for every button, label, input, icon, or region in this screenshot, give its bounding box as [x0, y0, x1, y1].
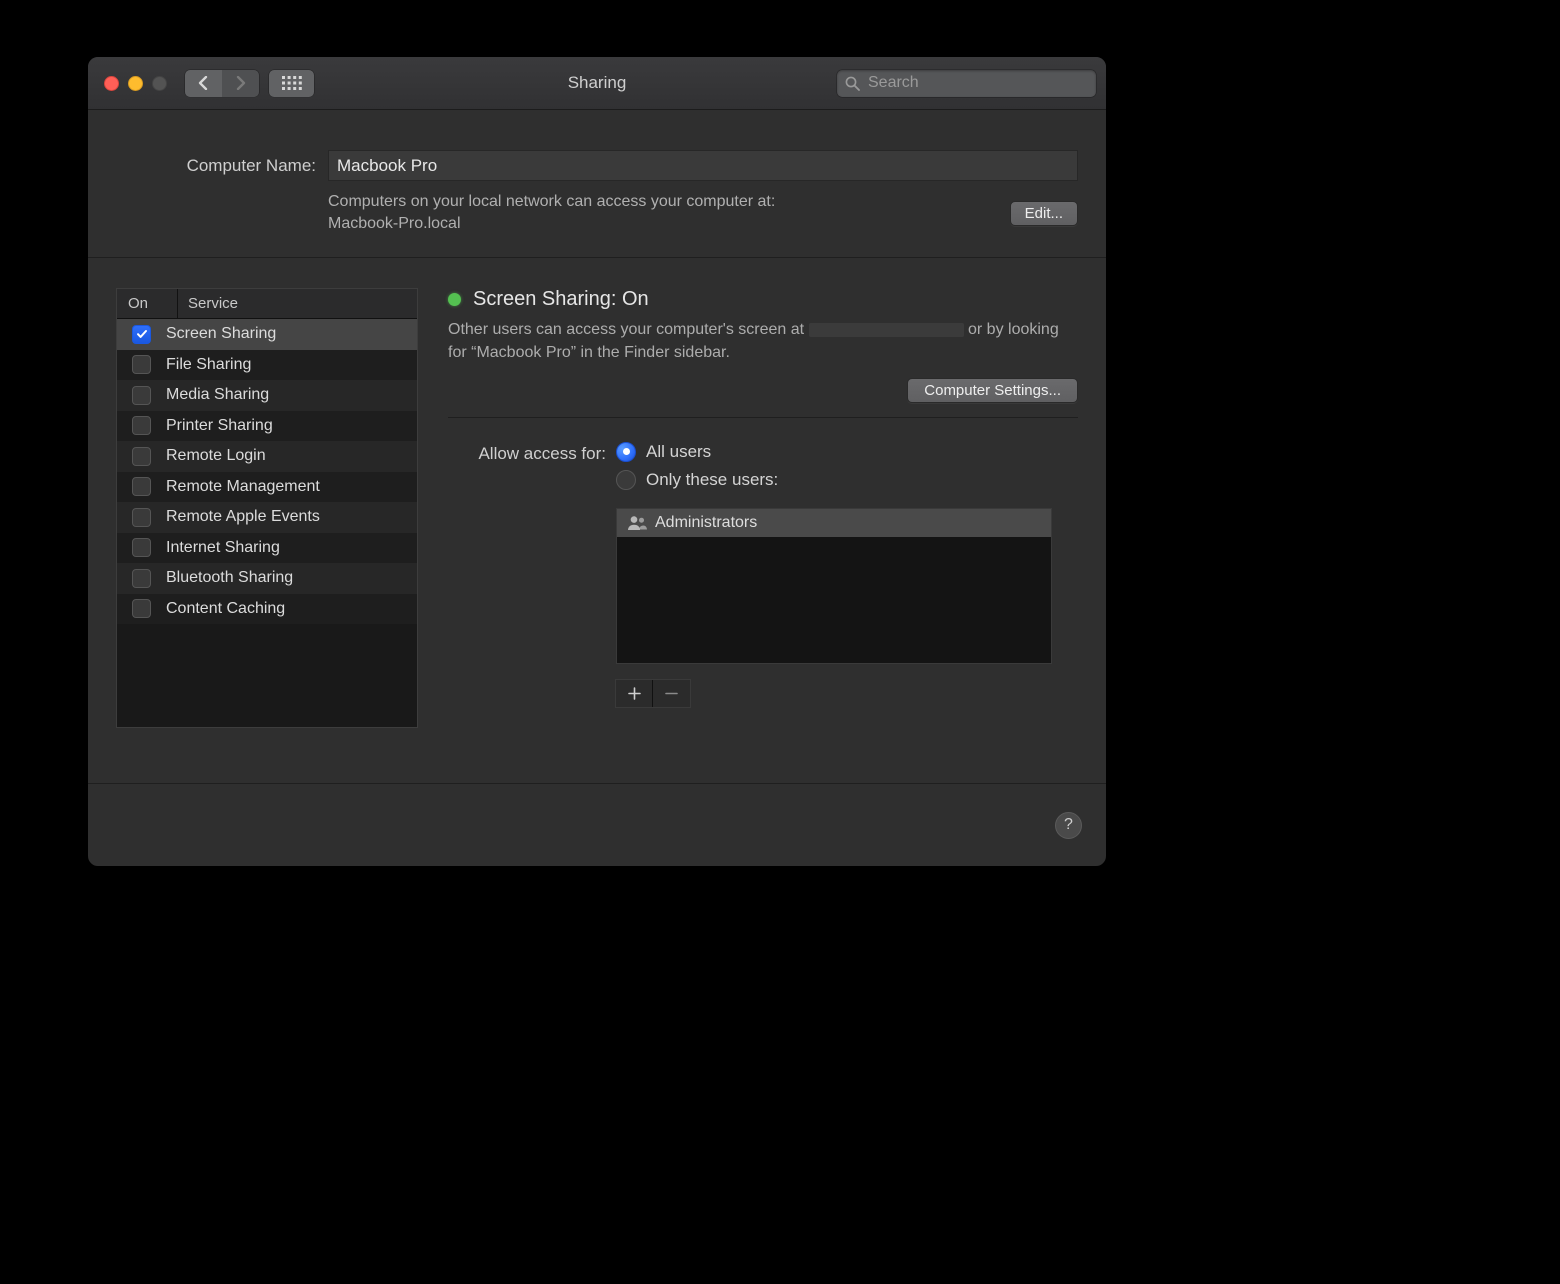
add-remove-users: [616, 680, 690, 707]
service-detail: Screen Sharing: On Other users can acces…: [448, 288, 1078, 757]
service-checkbox[interactable]: [132, 569, 151, 588]
radio-button-icon: [616, 470, 636, 490]
service-row[interactable]: Content Caching: [117, 594, 417, 625]
service-checkbox[interactable]: [132, 508, 151, 527]
forward-button[interactable]: [222, 70, 259, 97]
checkmark-icon: [136, 328, 148, 340]
minimize-window-button[interactable]: [128, 76, 143, 91]
service-label: Media Sharing: [166, 386, 417, 404]
zoom-window-button[interactable]: [152, 76, 167, 91]
window-footer: ?: [88, 784, 1106, 866]
service-label: Screen Sharing: [166, 325, 417, 343]
service-row[interactable]: Internet Sharing: [117, 533, 417, 564]
minus-icon: [665, 687, 678, 700]
service-label: File Sharing: [166, 356, 417, 374]
chevron-right-icon: [235, 76, 246, 90]
window-controls: [104, 76, 167, 91]
status-indicator-icon: [448, 293, 461, 306]
service-checkbox[interactable]: [132, 599, 151, 618]
services-rows: Screen Sharing File Sharing Media Sharing P…: [117, 319, 417, 727]
preferences-window: Sharing Computer Name: Computers on your…: [87, 56, 1107, 867]
service-checkbox[interactable]: [132, 538, 151, 557]
add-user-button[interactable]: [616, 680, 653, 707]
service-checkbox[interactable]: [132, 325, 151, 344]
computer-name-section: Computer Name: Computers on your local n…: [88, 110, 1106, 258]
services-header-service: Service: [178, 295, 238, 312]
computer-settings-button[interactable]: Computer Settings...: [907, 378, 1078, 403]
radio-button-icon: [616, 442, 636, 462]
access-section: Allow access for: All users Only these u…: [448, 442, 1078, 707]
close-window-button[interactable]: [104, 76, 119, 91]
service-label: Content Caching: [166, 600, 417, 618]
computer-name-label: Computer Name:: [116, 156, 316, 176]
service-row[interactable]: Screen Sharing: [117, 319, 417, 350]
sharing-body: On Service Screen Sharing File Sharing Med…: [88, 258, 1106, 784]
show-all-button[interactable]: [269, 70, 314, 97]
search-input[interactable]: [866, 73, 1088, 93]
service-checkbox[interactable]: [132, 416, 151, 435]
service-checkbox[interactable]: [132, 447, 151, 466]
help-button[interactable]: ?: [1055, 812, 1082, 839]
window-toolbar: Sharing: [88, 57, 1106, 110]
service-row[interactable]: Remote Login: [117, 441, 417, 472]
plus-icon: [628, 687, 641, 700]
service-row[interactable]: Printer Sharing: [117, 411, 417, 442]
service-row[interactable]: File Sharing: [117, 350, 417, 381]
computer-name-input[interactable]: [328, 150, 1078, 181]
radio-all-users[interactable]: All users: [616, 442, 1052, 462]
user-row[interactable]: Administrators: [617, 509, 1051, 537]
services-table: On Service Screen Sharing File Sharing Med…: [116, 288, 418, 728]
service-label: Printer Sharing: [166, 417, 417, 435]
service-label: Bluetooth Sharing: [166, 569, 417, 587]
service-label: Remote Apple Events: [166, 508, 417, 526]
service-label: Remote Login: [166, 447, 417, 465]
service-checkbox[interactable]: [132, 477, 151, 496]
status-title: Screen Sharing: On: [473, 288, 649, 311]
services-header: On Service: [117, 289, 417, 319]
edit-button[interactable]: Edit...: [1010, 201, 1078, 226]
users-list[interactable]: Administrators: [616, 508, 1052, 664]
access-label: Allow access for:: [448, 442, 606, 464]
remove-user-button[interactable]: [653, 680, 690, 707]
search-icon: [845, 76, 860, 91]
user-row-label: Administrators: [655, 514, 757, 532]
nav-back-forward: [185, 70, 259, 97]
users-icon: [627, 516, 647, 530]
service-checkbox[interactable]: [132, 355, 151, 374]
back-button[interactable]: [185, 70, 222, 97]
radio-all-users-label: All users: [646, 442, 711, 462]
service-row[interactable]: Remote Management: [117, 472, 417, 503]
search-field-wrapper[interactable]: [837, 70, 1096, 97]
status-description: Other users can access your computer's s…: [448, 319, 1078, 364]
grid-icon: [282, 76, 302, 90]
service-checkbox[interactable]: [132, 386, 151, 405]
radio-only-users[interactable]: Only these users:: [616, 470, 1052, 490]
service-row[interactable]: Bluetooth Sharing: [117, 563, 417, 594]
computer-name-description: Computers on your local network can acce…: [328, 191, 994, 235]
service-label: Internet Sharing: [166, 539, 417, 557]
chevron-left-icon: [198, 76, 209, 90]
service-row[interactable]: Remote Apple Events: [117, 502, 417, 533]
radio-only-users-label: Only these users:: [646, 470, 778, 490]
services-header-on: On: [117, 289, 178, 318]
service-row[interactable]: Media Sharing: [117, 380, 417, 411]
service-label: Remote Management: [166, 478, 417, 496]
detail-divider: [448, 417, 1078, 418]
redacted-address: [809, 323, 964, 337]
